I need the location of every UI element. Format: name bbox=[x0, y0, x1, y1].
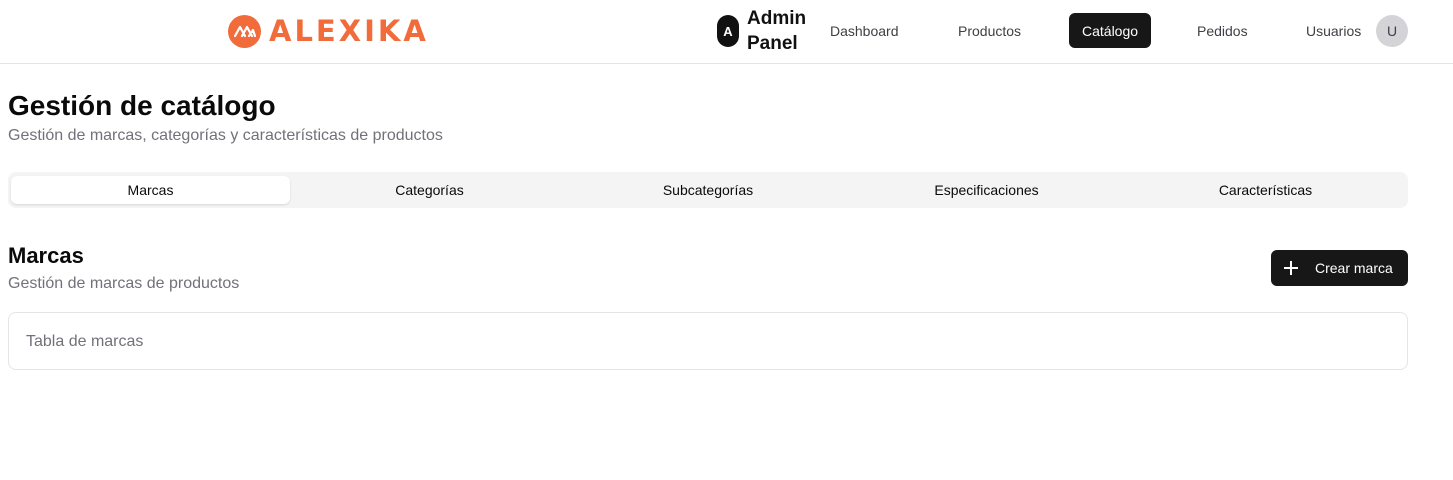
brands-table-placeholder: Tabla de marcas bbox=[26, 333, 144, 350]
nav-item-productos[interactable]: Productos bbox=[945, 13, 1034, 48]
catalog-tabs: Marcas Categorías Subcategorías Especifi… bbox=[8, 172, 1408, 208]
alexika-logo-icon bbox=[228, 14, 261, 48]
page-subtitle: Gestión de marcas, categorías y caracter… bbox=[8, 127, 443, 144]
tab-especificaciones[interactable]: Especificaciones bbox=[847, 176, 1126, 204]
tab-subcategorias[interactable]: Subcategorías bbox=[569, 176, 847, 204]
section-subtitle: Gestión de marcas de productos bbox=[8, 275, 240, 292]
create-brand-button[interactable]: Crear marca bbox=[1271, 250, 1408, 286]
user-avatar[interactable]: U bbox=[1376, 15, 1408, 47]
alexika-logo[interactable]: ALEXIKA bbox=[228, 14, 429, 48]
brands-table-card: Tabla de marcas bbox=[8, 312, 1408, 370]
nav-item-dashboard[interactable]: Dashboard bbox=[817, 13, 912, 48]
logo-wordmark: ALEXIKA bbox=[269, 14, 429, 48]
page-title: Gestión de catálogo bbox=[8, 90, 276, 121]
tab-caracteristicas[interactable]: Características bbox=[1126, 176, 1405, 204]
top-navigation-bar: ALEXIKA A Admin Panel Dashboard Producto… bbox=[0, 0, 1453, 64]
admin-panel-badge: A bbox=[717, 15, 739, 47]
tab-marcas[interactable]: Marcas bbox=[11, 176, 290, 204]
nav-item-catalogo[interactable]: Catálogo bbox=[1069, 13, 1152, 48]
section-title: Marcas bbox=[8, 243, 84, 268]
admin-panel-title: Admin Panel bbox=[747, 8, 807, 54]
tab-categorias[interactable]: Categorías bbox=[290, 176, 569, 204]
create-brand-label: Crear marca bbox=[1315, 260, 1393, 276]
nav-item-pedidos[interactable]: Pedidos bbox=[1184, 13, 1261, 48]
nav-item-usuarios[interactable]: Usuarios bbox=[1293, 13, 1374, 48]
plus-icon bbox=[1284, 261, 1298, 275]
